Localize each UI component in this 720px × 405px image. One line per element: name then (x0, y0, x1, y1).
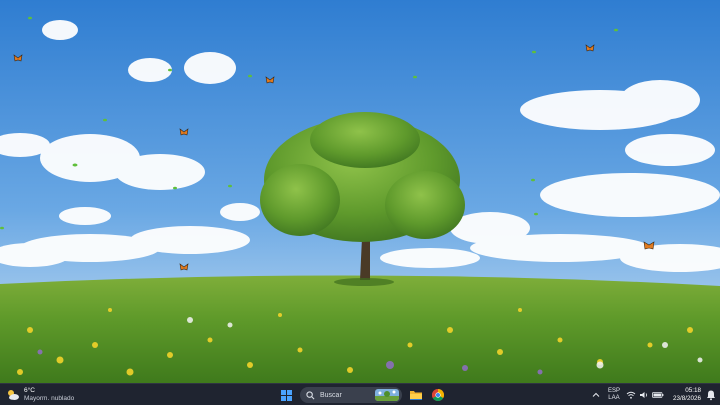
search-input[interactable]: Buscar (300, 387, 402, 403)
taskbar-chrome[interactable] (430, 387, 446, 403)
weather-temperature: 6°C (24, 387, 35, 394)
battery-icon[interactable] (652, 390, 664, 400)
desktop (0, 0, 720, 383)
folder-icon (410, 391, 422, 400)
search-highlight-image (375, 389, 399, 401)
wifi-icon[interactable] (626, 390, 636, 400)
chevron-up-icon[interactable] (590, 389, 602, 401)
start-button[interactable] (278, 387, 294, 403)
keyboard-layout: LAA (608, 395, 620, 401)
weather-widget[interactable]: 6°C Mayorm. nublado (6, 386, 74, 404)
windows-logo-icon (280, 389, 292, 401)
partly-sunny-icon (8, 390, 19, 400)
taskbar-file-explorer[interactable] (408, 387, 424, 403)
chrome-icon (432, 389, 444, 401)
search-icon (306, 390, 315, 399)
taskbar-center: Buscar (278, 385, 446, 405)
language-code: ESP (607, 387, 620, 394)
language-indicator[interactable]: ESP LAA (608, 388, 620, 403)
volume-icon[interactable] (639, 390, 649, 400)
desktop-wallpaper (0, 0, 720, 383)
weather-condition: Mayorm. nublado (24, 395, 75, 402)
notification-bell-icon[interactable] (705, 389, 717, 401)
system-tray: ESP LAA 05:18 23/8/2026 (590, 385, 720, 405)
clock-time: 05:18 (685, 387, 701, 394)
search-placeholder: Buscar (320, 391, 342, 399)
taskbar: 6°C Mayorm. nublado Buscar ESP LAA 05:18… (0, 383, 720, 405)
clock-date: 23/8/2026 (672, 395, 701, 402)
clock[interactable]: 05:18 23/8/2026 (673, 387, 701, 403)
